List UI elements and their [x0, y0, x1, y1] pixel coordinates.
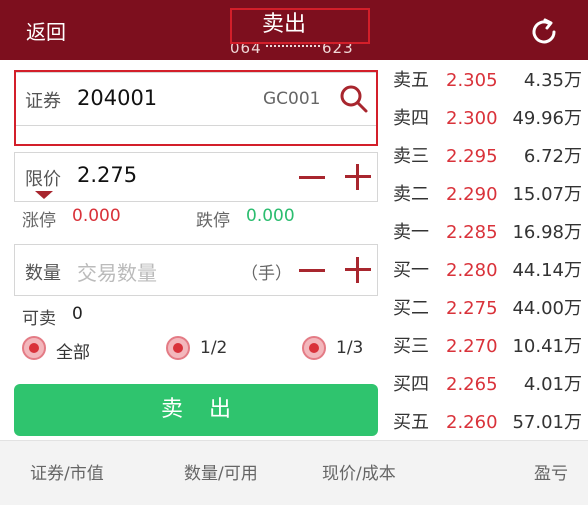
- back-button[interactable]: 返回: [26, 16, 66, 45]
- quantity-minus-button[interactable]: [299, 269, 325, 272]
- sellable-value: 0: [72, 304, 83, 324]
- order-book-row-buy1[interactable]: 买一 2.280 44.14万: [388, 252, 588, 290]
- order-book-volume: 6.72万: [523, 146, 582, 167]
- order-book-price[interactable]: 2.260: [446, 404, 498, 442]
- order-book-volume: 15.07万: [512, 184, 582, 205]
- order-book-label: 买五: [393, 412, 429, 433]
- footer-col-pnl: 盈亏: [534, 464, 568, 484]
- order-book-row-sell1[interactable]: 卖一 2.285 16.98万: [388, 214, 588, 252]
- security-highlight-box: [14, 70, 378, 146]
- footer-col-security: 证券/市值: [30, 464, 104, 484]
- account-mask: [266, 45, 320, 50]
- order-book-volume: 44.00万: [512, 298, 582, 319]
- order-book-price[interactable]: 2.285: [446, 214, 498, 252]
- order-book-row-sell2[interactable]: 卖二 2.290 15.07万: [388, 176, 588, 214]
- order-book-row-sell3[interactable]: 卖三 2.295 6.72万: [388, 138, 588, 176]
- order-book-label: 买二: [393, 298, 429, 319]
- order-book-label: 卖四: [393, 108, 429, 129]
- quantity-label: 数量: [25, 263, 61, 284]
- limit-up-value[interactable]: 0.000: [72, 206, 121, 226]
- portion-half-label[interactable]: 1/2: [200, 338, 227, 358]
- quantity-plus-button[interactable]: [345, 257, 371, 283]
- order-book-price[interactable]: 2.305: [446, 62, 498, 100]
- order-book-volume: 49.96万: [512, 108, 582, 129]
- portion-third-radio[interactable]: [302, 336, 326, 360]
- sell-button[interactable]: 卖出: [14, 384, 378, 436]
- portion-third-label[interactable]: 1/3: [336, 338, 363, 358]
- portion-all-label[interactable]: 全部: [56, 338, 90, 363]
- order-book-label: 卖五: [393, 70, 429, 91]
- sellable-label: 可卖: [22, 309, 56, 329]
- order-book-label: 买四: [393, 374, 429, 395]
- holdings-header: 证券/市值 数量/可用 现价/成本 盈亏: [0, 440, 588, 505]
- order-book-volume: 4.01万: [523, 374, 582, 395]
- price-minus-button[interactable]: [299, 176, 325, 179]
- order-book-row-buy4[interactable]: 买四 2.265 4.01万: [388, 366, 588, 404]
- quantity-unit: （手）: [241, 264, 292, 284]
- order-book-label: 买一: [393, 260, 429, 281]
- order-book-volume: 16.98万: [512, 222, 582, 243]
- price-type-label[interactable]: 限价: [25, 165, 61, 191]
- order-book-price[interactable]: 2.290: [446, 176, 498, 214]
- quantity-field[interactable]: 数量 交易数量 （手）: [14, 244, 378, 296]
- order-book-label: 卖一: [393, 222, 429, 243]
- order-book-volume: 57.01万: [512, 412, 582, 433]
- order-book-price[interactable]: 2.280: [446, 252, 498, 290]
- limit-down-value[interactable]: 0.000: [246, 206, 295, 226]
- order-book-label: 卖二: [393, 184, 429, 205]
- footer-col-quantity: 数量/可用: [184, 464, 258, 484]
- order-book-volume: 44.14万: [512, 260, 582, 281]
- order-book-label: 卖三: [393, 146, 429, 167]
- portion-half-radio[interactable]: [166, 336, 190, 360]
- price-input[interactable]: 2.275: [77, 163, 137, 187]
- order-book-price[interactable]: 2.295: [446, 138, 498, 176]
- order-book-row-buy2[interactable]: 买二 2.275 44.00万: [388, 290, 588, 328]
- order-book-price[interactable]: 2.265: [446, 366, 498, 404]
- refresh-icon[interactable]: [528, 16, 560, 48]
- portion-all-radio[interactable]: [22, 336, 46, 360]
- order-book-label: 买三: [393, 336, 429, 357]
- footer-col-price: 现价/成本: [322, 464, 396, 484]
- order-book-price[interactable]: 2.300: [446, 100, 498, 138]
- quantity-input[interactable]: 交易数量: [77, 257, 157, 286]
- order-book-row-sell4[interactable]: 卖四 2.300 49.96万: [388, 100, 588, 138]
- price-field[interactable]: 限价 2.275: [14, 152, 378, 202]
- limit-up-label: 涨停: [22, 211, 56, 231]
- title-highlight-box: [230, 8, 370, 44]
- order-book-volume: 4.35万: [523, 70, 582, 91]
- order-book-price[interactable]: 2.275: [446, 290, 498, 328]
- limit-down-label: 跌停: [196, 211, 230, 231]
- order-book-price[interactable]: 2.270: [446, 328, 498, 366]
- order-book-row-buy3[interactable]: 买三 2.270 10.41万: [388, 328, 588, 366]
- order-book-row-sell5[interactable]: 卖五 2.305 4.35万: [388, 62, 588, 100]
- price-type-dropdown-icon[interactable]: [35, 191, 53, 199]
- order-book-volume: 10.41万: [512, 336, 582, 357]
- order-book-row-buy5[interactable]: 买五 2.260 57.01万: [388, 404, 588, 442]
- price-plus-button[interactable]: [345, 164, 371, 190]
